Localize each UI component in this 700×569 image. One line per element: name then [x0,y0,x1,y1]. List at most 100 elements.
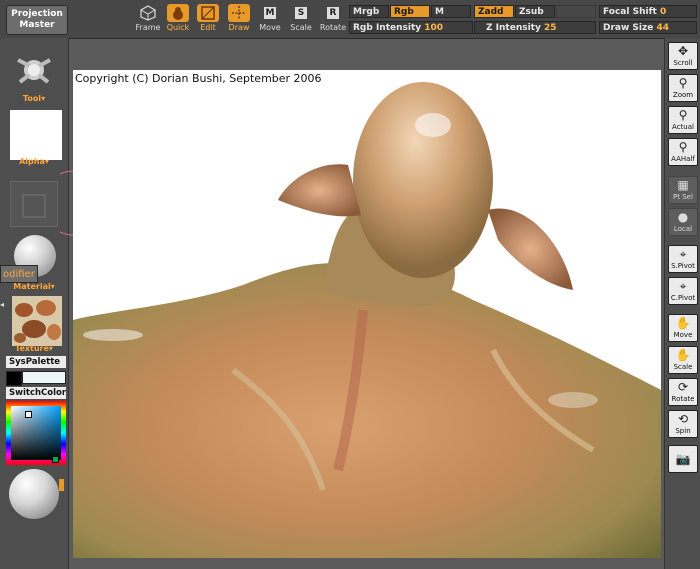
rotate-view-icon: ⟳ [677,380,689,394]
rgb-button[interactable]: Rgb [390,5,430,18]
left-panel: Tool▾ Alpha▾ Material▾ Texture▾ SysPalet… [0,38,69,569]
rgb-intensity-slider[interactable]: Rgb Intensity 100 [349,21,473,34]
tool-label[interactable]: Tool▾ [0,94,68,103]
copyright-text: Copyright (C) Dorian Bushi, September 20… [75,72,322,85]
move-view-button[interactable]: ✋ Move [668,314,698,342]
rotate-view-label: Rotate [671,395,695,403]
scale-view-icon: ✋ [675,348,691,362]
rgb-intensity-label: Rgb Intensity [353,23,422,33]
move-view-label: Move [673,331,693,339]
top-toolbar: Projection Master Frame Quick Edit Draw … [0,0,700,39]
edit-icon [197,4,219,22]
local-icon: ● [677,210,689,224]
spivot-icon: ⌖ [679,247,687,261]
zoom-icon: ⚲ [678,76,688,90]
spin-button[interactable]: ⟲ Spin [668,410,698,438]
actual-icon: ⚲ [678,108,688,122]
scale-view-label: Scale [673,363,693,371]
spivot-button[interactable]: ⌖ S.Pivot [668,245,698,273]
local-label: Local [673,225,693,233]
secondary-color-swatch[interactable] [22,371,66,384]
camera-icon: 📷 [675,452,691,466]
edit-button[interactable]: Edit [194,4,222,34]
edit-label: Edit [200,23,216,32]
hue-cursor [52,456,59,463]
material-label[interactable]: Material▾ [0,282,68,291]
scroll-label: Scroll [673,59,693,67]
rgb-intensity-value: 100 [424,23,444,33]
frame-button[interactable]: Frame [134,4,162,34]
color-picker-cursor [25,411,32,418]
spin-label: Spin [675,427,691,435]
z-intensity-slider[interactable]: Z Intensity 25 [474,21,596,34]
color-picker[interactable] [6,401,66,465]
scale-view-button[interactable]: ✋ Scale [668,346,698,374]
mrgb-button[interactable]: Mrgb [349,5,389,18]
move-label: Move [259,23,281,32]
rotate-label: Rotate [319,23,347,32]
m-button[interactable]: M [431,5,471,18]
main-color-swatch[interactable] [6,371,22,386]
frame-icon [137,4,159,22]
scroll-button[interactable]: ✥ Scroll [668,42,698,70]
focal-shift-value: 0 [659,7,667,17]
rotate-key: R [327,7,339,19]
cpivot-icon: ⌖ [679,279,687,293]
snapshot-button[interactable]: 📷 [668,445,698,473]
tool-thumbnail[interactable] [12,50,56,92]
spin-icon: ⟲ [677,412,689,426]
z-intensity-label: Z Intensity [486,23,541,33]
alpha-thumbnail[interactable] [10,110,62,160]
focal-shift-label: Focal Shift [603,7,657,17]
ptsel-label: Pt Sel [673,193,693,201]
aahalf-label: AAHalf [671,155,695,163]
zadd-button[interactable]: Zadd [474,5,514,18]
quick-button[interactable]: Quick [164,4,192,34]
matcap-slider[interactable] [59,479,64,491]
draw-size-label: Draw Size [603,23,654,33]
draw-size-slider[interactable]: Draw Size 44 [599,21,697,34]
cpivot-label: C.Pivot [670,294,696,302]
alpha-label[interactable]: Alpha▾ [0,157,68,166]
draw-button[interactable]: Draw [225,4,253,34]
ptsel-button[interactable]: ▦ Pt Sel [668,176,698,204]
switchcolor-button[interactable]: SwitchColor [6,387,66,399]
scale-key: S [295,7,307,19]
scale-label: Scale [290,23,312,32]
rotate-view-button[interactable]: ⟳ Rotate [668,378,698,406]
document-canvas[interactable]: Copyright (C) Dorian Bushi, September 20… [73,70,661,558]
spivot-label: S.Pivot [671,262,695,270]
texture-label[interactable]: Texture▾ [0,344,68,353]
focal-shift-slider[interactable]: Focal Shift 0 [599,5,697,18]
draw-size-value: 44 [656,23,670,33]
scroll-icon: ✥ [677,44,689,58]
scale-icon: S [290,4,312,22]
draw-label: Draw [228,23,250,32]
matcap-sphere[interactable] [9,469,59,519]
actual-button[interactable]: ⚲ Actual [668,106,698,134]
projection-master-label-line2: Master [19,20,55,30]
texture-thumbnail[interactable] [12,296,62,346]
aahalf-button[interactable]: ⚲ AAHalf [668,138,698,166]
modifier-tab[interactable]: odifier [0,265,38,283]
cpivot-button[interactable]: ⌖ C.Pivot [668,277,698,305]
draw-icon [228,4,250,22]
zoom-button[interactable]: ⚲ Zoom [668,74,698,102]
zsub-button[interactable]: Zsub [515,5,555,18]
move-button[interactable]: M Move [256,4,284,34]
collapse-arrow-icon[interactable]: ◂ [0,300,5,314]
right-panel: ✥ Scroll ⚲ Zoom ⚲ Actual ⚲ AAHalf ▦ Pt S… [664,38,700,569]
zcut-button-disabled [556,5,596,18]
texture-slot-empty[interactable] [10,181,58,227]
move-icon: M [259,4,281,22]
scale-button[interactable]: S Scale [287,4,315,34]
rotate-button[interactable]: R Rotate [319,4,347,34]
actual-label: Actual [672,123,694,131]
ptsel-icon: ▦ [677,178,689,192]
faded-options [72,6,128,32]
projection-master-button[interactable]: Projection Master [6,5,68,35]
rotate-icon: R [322,4,344,22]
z-intensity-value: 25 [543,23,557,33]
syspalette-button[interactable]: SysPalette [6,356,66,368]
local-button[interactable]: ● Local [668,208,698,236]
